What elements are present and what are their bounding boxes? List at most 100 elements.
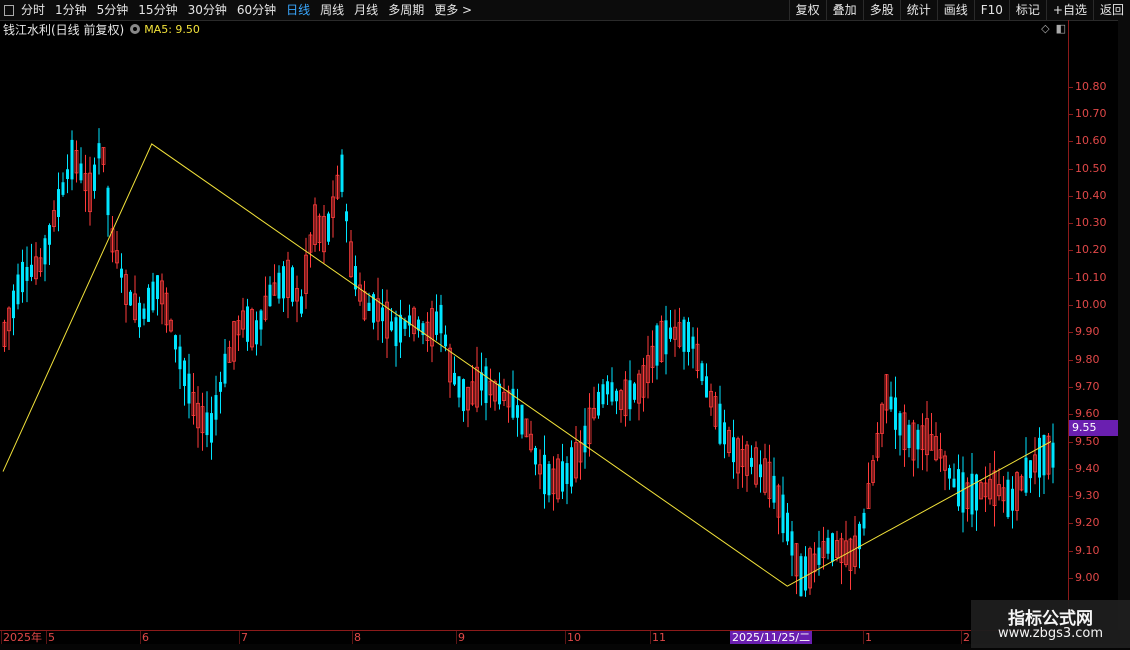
tab-period[interactable]: 多周期 xyxy=(383,0,429,20)
candle-body xyxy=(277,272,281,299)
candle-body xyxy=(268,284,272,307)
candle-body xyxy=(21,261,24,293)
date-separator xyxy=(565,631,566,645)
toolbar-actions: 复权 叠加 多股 统计 画线 F10 标记 +自选 返回 xyxy=(788,0,1130,20)
candle-body xyxy=(664,320,668,355)
candle-body xyxy=(957,469,960,507)
candle-body xyxy=(79,163,83,181)
candle-body xyxy=(399,314,402,343)
toolbar-action-button[interactable]: 统计 xyxy=(899,0,937,20)
candle-body xyxy=(1006,479,1010,518)
price-tick-label: 10.40 xyxy=(1075,188,1107,202)
date-label: 1 xyxy=(865,631,872,644)
price-tick-mark xyxy=(1069,113,1073,115)
candle-body xyxy=(858,523,861,550)
price-tick-label: 9.30 xyxy=(1075,489,1100,503)
candle-body xyxy=(520,404,524,435)
candle-body xyxy=(952,478,956,488)
crosshair-date-badge: 2025/11/25/二 xyxy=(730,631,813,645)
candle-body xyxy=(894,397,897,430)
candle-body xyxy=(547,463,551,496)
date-axis: 2025年 5 6 7 8 9 10 11 1 2 2025/11/25/二 xyxy=(0,630,1070,645)
price-tick-label: 10.50 xyxy=(1075,161,1107,175)
chart-tools: ◇ ◧ xyxy=(1041,22,1066,35)
date-separator xyxy=(239,631,240,645)
candle-body xyxy=(444,334,447,347)
candle-body xyxy=(669,327,672,339)
info-bar: 钱江水利(日线 前复权) MA5: 9.50 ◇ ◧ xyxy=(0,20,1070,38)
candle-body xyxy=(484,366,488,404)
side-panel-strip xyxy=(1118,20,1130,630)
date-label: 5 xyxy=(48,631,55,644)
price-tick-mark xyxy=(1069,496,1073,498)
date-separator xyxy=(863,631,864,645)
tab-period[interactable]: 5分钟 xyxy=(92,0,134,20)
tab-period[interactable]: 月线 xyxy=(349,0,383,20)
period-tabs: 分时 1分钟 5分钟 15分钟 30分钟 60分钟 日线 周线 月线 多周期 更多 > xyxy=(4,0,477,20)
current-price-badge: 9.55 xyxy=(1069,419,1119,436)
candle-body xyxy=(12,290,15,319)
date-separator xyxy=(140,631,141,645)
top-toolbar: 分时 1分钟 5分钟 15分钟 30分钟 60分钟 日线 周线 月线 多周期 更多 > 复权 叠加 多股… xyxy=(0,0,1130,21)
toolbar-action-button[interactable]: F10 xyxy=(973,0,1009,20)
candle-body xyxy=(259,310,263,330)
candle-body xyxy=(606,381,609,395)
candlestick-chart[interactable] xyxy=(0,38,1068,630)
window-icon[interactable] xyxy=(4,4,14,16)
candle-body xyxy=(106,187,110,216)
candle-body xyxy=(610,382,614,402)
tab-period[interactable]: 15分钟 xyxy=(133,0,182,20)
candle-body xyxy=(583,425,587,453)
tab-period[interactable]: 1分钟 xyxy=(50,0,92,20)
candle-body xyxy=(601,384,605,405)
toolbar-action-button[interactable]: 多股 xyxy=(862,0,900,20)
diamond-icon[interactable]: ◇ xyxy=(1041,22,1049,35)
tab-period[interactable]: 分时 xyxy=(16,0,50,20)
price-tick-mark xyxy=(1069,578,1073,579)
candle-body xyxy=(48,225,51,245)
tab-period[interactable]: 60分钟 xyxy=(232,0,281,20)
date-separator xyxy=(352,631,353,645)
candle-body xyxy=(1042,434,1046,476)
candle-body xyxy=(700,363,704,382)
toolbar-action-button[interactable]: 画线 xyxy=(936,0,974,20)
price-tick-label: 10.60 xyxy=(1075,134,1107,148)
date-label: 7 xyxy=(241,631,248,644)
ma5-label: MA5: 9.50 xyxy=(144,22,200,36)
toolbar-action-button[interactable]: +自选 xyxy=(1045,0,1093,20)
price-tick-label: 9.80 xyxy=(1075,352,1100,366)
date-label: 6 xyxy=(142,631,149,644)
tab-period[interactable]: 周线 xyxy=(315,0,349,20)
candle-body xyxy=(205,412,209,436)
candle-body xyxy=(25,266,29,281)
toolbar-action-button[interactable]: 返回 xyxy=(1092,0,1130,20)
candle-body xyxy=(534,447,537,465)
price-tick-label: 9.40 xyxy=(1075,461,1100,475)
candle-body xyxy=(826,537,830,554)
toolbar-action-button[interactable]: 标记 xyxy=(1008,0,1046,20)
toolbar-action-button[interactable]: 复权 xyxy=(788,0,826,20)
candle-body xyxy=(66,169,69,179)
tab-period[interactable]: 30分钟 xyxy=(183,0,232,20)
candle-body xyxy=(615,390,618,402)
tab-period[interactable]: 更多 > xyxy=(429,0,477,20)
toolbar-action-button[interactable]: 叠加 xyxy=(825,0,863,20)
candle-body xyxy=(907,424,911,448)
candle-body xyxy=(178,346,182,370)
stock-title: 钱江水利(日线 前复权) xyxy=(3,22,125,37)
candle-body xyxy=(480,372,483,391)
candle-body xyxy=(948,468,951,479)
panel-toggle-icon[interactable]: ◧ xyxy=(1056,22,1066,35)
bottom-strip xyxy=(0,644,1130,650)
tab-period[interactable]: 日线 xyxy=(281,0,315,20)
price-tick-label: 9.20 xyxy=(1075,516,1100,530)
date-separator xyxy=(456,631,457,645)
settings-gear-icon[interactable] xyxy=(130,24,141,34)
candle-body xyxy=(327,213,330,242)
candle-body xyxy=(1038,437,1041,478)
candle-body xyxy=(786,512,789,542)
candle-body xyxy=(790,531,794,556)
date-separator xyxy=(46,631,47,645)
date-separator xyxy=(1,631,2,645)
candle-body xyxy=(187,373,191,404)
